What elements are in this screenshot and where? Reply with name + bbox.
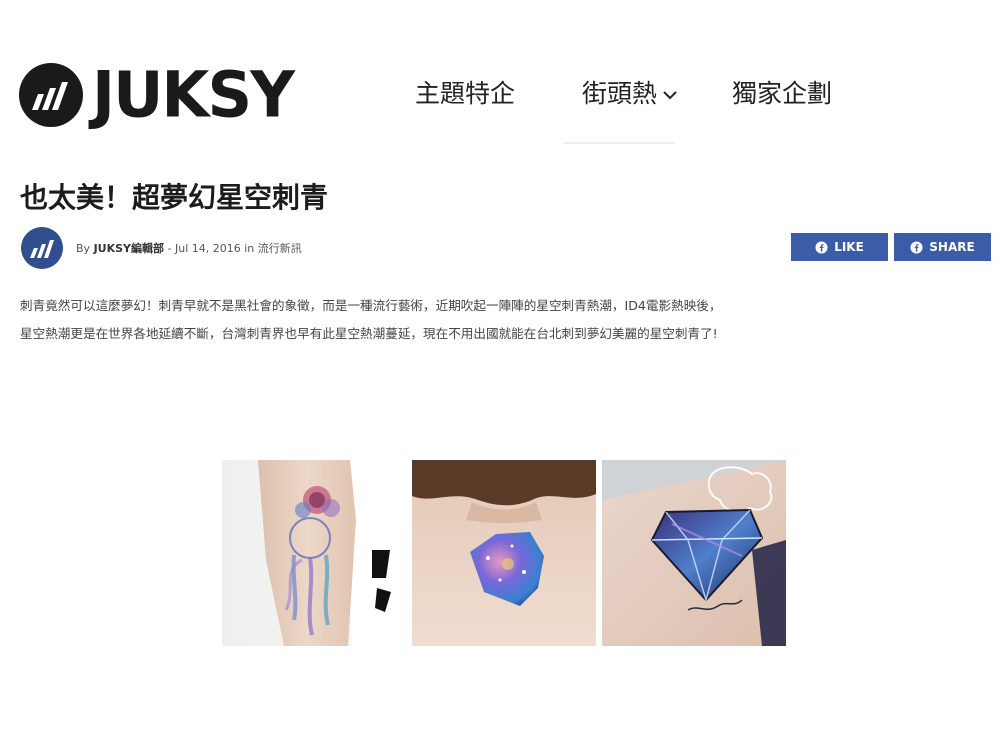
paragraph-line: 星空熱潮更是在世界各地延續不斷，台灣刺青界也早有此星空熱潮蔓延，現在不用出國就能… <box>20 326 718 341</box>
site-header: JUKSY 主題特企 街頭熱 獨家企劃 <box>0 0 1000 150</box>
facebook-icon <box>815 240 828 254</box>
article-title: 也太美！超夢幻星空刺青 <box>20 181 329 214</box>
meta-in: in <box>244 242 255 255</box>
article-meta: By JUKSY編輯部 - Jul 14, 2016 in 流行新訊 <box>20 226 302 270</box>
article-body: 刺青竟然可以這麼夢幻！刺青早就不是黑社會的象徵，而是一種流行藝術，近期吹起一陣陣… <box>20 292 990 348</box>
nav-item-features[interactable]: 主題特企 <box>415 78 515 110</box>
share-label: SHARE <box>929 240 975 254</box>
like-label: LIKE <box>834 240 864 254</box>
facebook-share-button[interactable]: SHARE <box>894 233 991 261</box>
diamond-arm-tattoo-photo <box>602 460 786 646</box>
nav-item-street[interactable]: 街頭熱 <box>582 78 679 110</box>
site-logo[interactable]: JUKSY <box>18 57 295 132</box>
juksy-logo-icon <box>19 63 83 127</box>
tattoo-photo-strip <box>222 460 786 646</box>
meta-date: Jul 14, 2016 <box>174 242 241 255</box>
facebook-like-button[interactable]: LIKE <box>791 233 888 261</box>
meta-category-link[interactable]: 流行新訊 <box>258 242 302 255</box>
gem-back-tattoo-photo <box>412 460 596 646</box>
meta-author-link[interactable]: JUKSY編輯部 <box>94 242 164 255</box>
nav-divider <box>563 142 675 144</box>
facebook-icon <box>910 240 923 254</box>
logo-wordmark: JUKSY <box>92 57 295 132</box>
paragraph-line: 刺青竟然可以這麼夢幻！刺青早就不是黑社會的象徵，而是一種流行藝術，近期吹起一陣陣… <box>20 298 722 313</box>
meta-separator: - <box>167 242 172 255</box>
nav-item-label: 街頭熱 <box>582 79 658 108</box>
meta-line: By JUKSY編輯部 - Jul 14, 2016 in 流行新訊 <box>76 240 302 256</box>
dreamcatcher-tattoo-photo <box>222 460 406 646</box>
nav-item-exclusive[interactable]: 獨家企劃 <box>732 78 832 110</box>
author-avatar-icon[interactable] <box>20 226 64 270</box>
chevron-down-icon <box>663 91 677 100</box>
meta-by: By <box>76 242 91 255</box>
